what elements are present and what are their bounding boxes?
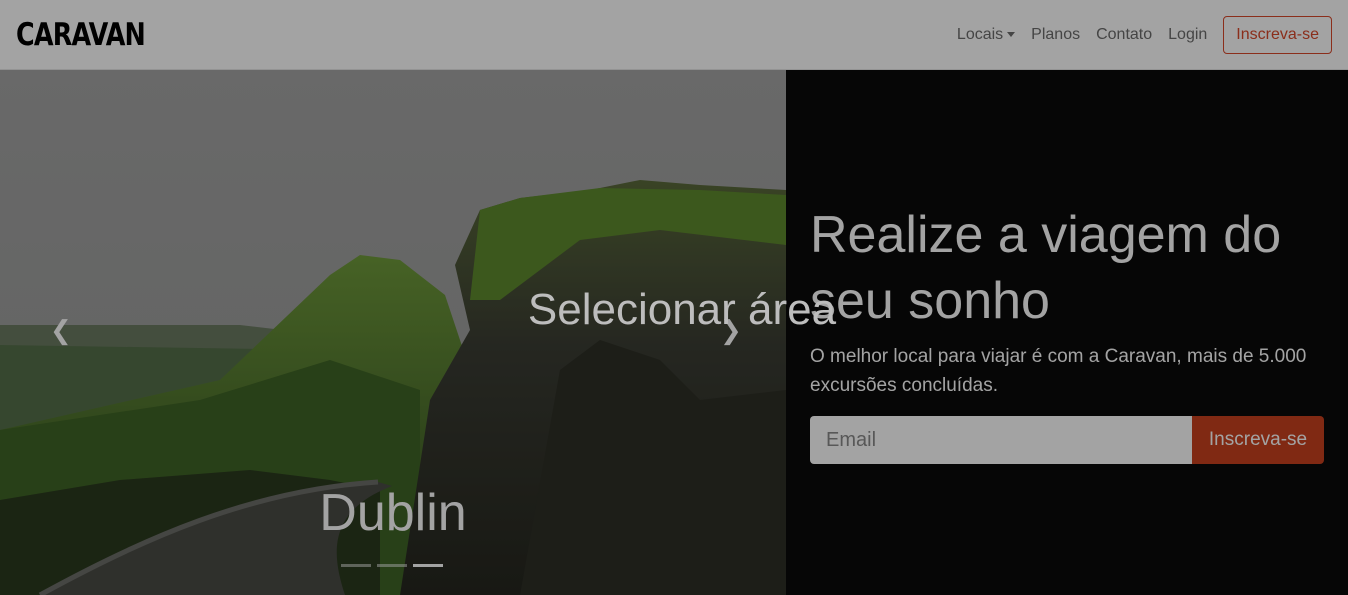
carousel-indicators (341, 564, 443, 567)
carousel-indicator-2[interactable] (377, 564, 407, 567)
nav-item-locais[interactable]: Locais (949, 26, 1023, 44)
nav-item-locais-label: Locais (956, 25, 1004, 43)
navbar: CARAVAN Locais Planos Contato Login Insc… (0, 0, 1348, 70)
nav-item-contato[interactable]: Contato (1088, 26, 1160, 44)
brand-logo[interactable]: CARAVAN (16, 17, 146, 53)
carousel-indicator-1[interactable] (341, 564, 371, 567)
caret-down-icon (1007, 32, 1016, 37)
carousel-caption: Dublin (319, 484, 467, 542)
hero-subtitle: O melhor local para viajar é com a Carav… (810, 346, 1307, 396)
email-input[interactable] (810, 416, 1192, 464)
hero-title: Realize a viagem do seu sonho (810, 206, 1282, 330)
carousel-next-icon[interactable]: ❯ (720, 316, 742, 346)
page: CARAVAN Locais Planos Contato Login Insc… (0, 0, 1348, 595)
signup-form: Inscreva-se (810, 416, 1324, 464)
nav-item-login[interactable]: Login (1160, 26, 1215, 44)
nav-item-planos[interactable]: Planos (1023, 26, 1088, 44)
signup-submit-button[interactable]: Inscreva-se (1192, 416, 1324, 464)
hero-panel: Realize a viagem do seu sonho O melhor l… (786, 70, 1348, 595)
carousel-prev-icon[interactable]: ❮ (50, 316, 72, 346)
nav-signup-button[interactable]: Inscreva-se (1223, 15, 1332, 54)
carousel-indicator-3[interactable] (413, 564, 443, 567)
nav-menu: Locais Planos Contato Login Inscreva-se (949, 15, 1332, 54)
carousel: ❮ ❯ Dublin (0, 70, 786, 595)
